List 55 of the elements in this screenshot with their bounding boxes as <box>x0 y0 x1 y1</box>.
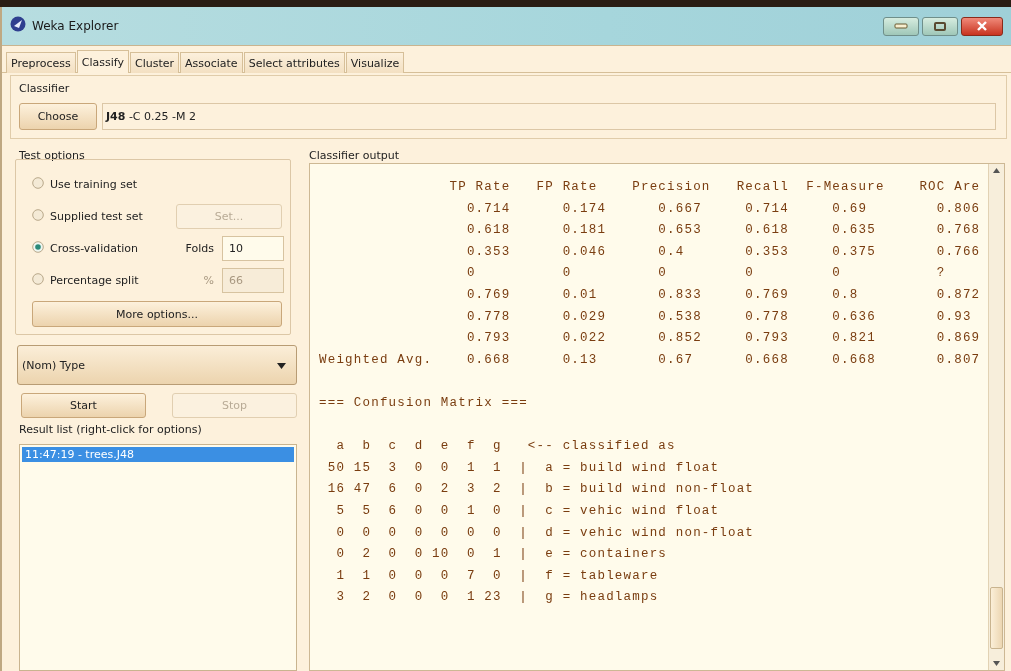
matrix-row-text: 3 2 0 0 0 1 23 | g = headlamps <box>335 589 660 607</box>
option-label: Supplied test set <box>50 209 144 223</box>
radio-button[interactable] <box>32 240 44 253</box>
table-row-text: 0.618 0.181 0.653 0.618 0.635 0.768 <box>465 222 982 240</box>
scroll-down-icon[interactable] <box>993 661 1000 666</box>
more-options-button[interactable]: More options... <box>32 301 282 327</box>
radio-button[interactable] <box>32 176 44 189</box>
start-button[interactable]: Start <box>21 393 146 418</box>
section-label: Classifier <box>19 81 70 97</box>
field-label: % <box>203 273 214 287</box>
tab[interactable]: Select attributes <box>243 52 345 73</box>
tab[interactable]: Preprocess <box>6 52 76 73</box>
input-field[interactable]: 10 <box>222 235 284 261</box>
section-label: Test options <box>18 148 85 159</box>
class-dropdown[interactable]: (Nom) Type <box>17 345 297 385</box>
table-row-text: 0.793 0.022 0.852 0.793 0.821 0.869 <box>465 330 982 348</box>
table-row-text: 0.714 0.174 0.667 0.714 0.69 0.806 <box>465 200 982 218</box>
table-header: TP Rate FP Rate Precision Recall F-Measure ROC Are <box>448 179 982 196</box>
close-icon <box>977 21 987 31</box>
scrollbar[interactable] <box>988 164 1004 670</box>
maximize-icon <box>934 21 946 31</box>
app-logo-icon <box>10 16 26 32</box>
tab[interactable]: Associate <box>180 52 243 73</box>
scroll-up-icon[interactable] <box>993 168 1000 173</box>
matrix-row-text: 16 47 6 0 2 3 2 | b = build wind non-float <box>326 481 756 499</box>
matrix-row-text: 0 2 0 0 10 0 1 | e = containers <box>335 546 669 564</box>
tab[interactable]: Visualize <box>345 52 405 73</box>
matrix-row-text: 50 15 3 0 0 1 1 | a = build wind float <box>326 459 721 477</box>
minimize-icon <box>894 23 908 29</box>
classifier-field[interactable]: J48 -C 0.25 -M 2 <box>102 103 996 130</box>
choose-button[interactable]: Choose <box>19 103 97 130</box>
scroll-thumb[interactable] <box>990 587 1003 649</box>
section-label: Result list (right-click for options) <box>18 422 202 438</box>
option-label: Percentage split <box>50 273 140 287</box>
table-row-text: 0.353 0.046 0.4 0.353 0.375 0.766 <box>465 243 982 261</box>
option-label: Use training set <box>50 177 138 191</box>
minimize-button[interactable] <box>883 16 919 36</box>
summary-row-text: Weighted Avg. 0.668 0.13 0.67 0.668 0.668 0.807 <box>319 351 982 369</box>
matrix-row-text: 5 5 6 0 0 1 0 | c = vehic wind float <box>335 502 721 520</box>
field-label: Folds <box>185 241 214 255</box>
section-heading: === Confusion Matrix === <box>319 394 529 412</box>
option-label: Cross-validation <box>50 241 139 255</box>
caret-icon <box>277 362 286 369</box>
section-label: Classifier output <box>309 148 400 159</box>
window-title: Weka Explorer <box>32 19 120 33</box>
matrix-row-text: 0 0 0 0 0 0 0 | d = vehic wind non-float <box>335 524 756 542</box>
tab[interactable]: Cluster <box>129 52 179 73</box>
matrix-row-text: 1 1 0 0 0 7 0 | f = tableware <box>335 567 660 585</box>
table-row-text: 0.769 0.01 0.833 0.769 0.8 0.872 <box>465 286 982 304</box>
close-button[interactable] <box>961 16 1003 36</box>
table-row-text: 0 0 0 0 0 ? <box>465 265 947 283</box>
maximize-button[interactable] <box>922 16 958 36</box>
matrix-header: a b c d e f g <-- classified as <box>335 438 677 456</box>
tab[interactable]: Classify <box>76 50 129 73</box>
table-row-text: 0.778 0.029 0.538 0.778 0.636 0.93 <box>465 308 973 326</box>
